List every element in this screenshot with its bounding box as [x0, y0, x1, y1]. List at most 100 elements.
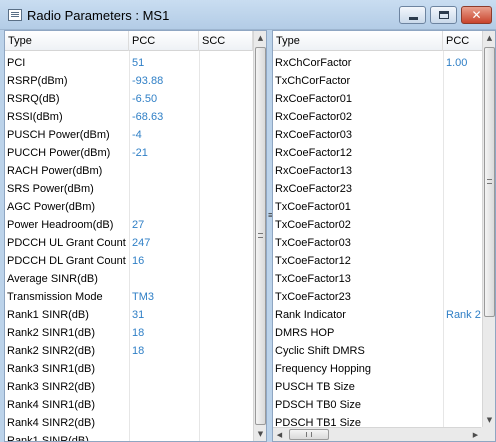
- table-row[interactable]: Rank4 SINR1(dB): [5, 396, 266, 414]
- table-row[interactable]: Average SINR(dB): [5, 270, 266, 288]
- left-parameters-panel: Type PCC SCC PCI 51 RSRP(dBm) -93.88 RSRQ(dB…: [4, 30, 267, 442]
- cell-pcc: Rank 2: [446, 309, 481, 321]
- minimize-button[interactable]: [399, 6, 426, 24]
- table-row[interactable]: PUCCH Power(dBm) -21: [5, 144, 266, 162]
- scroll-up-icon[interactable]: ▲: [483, 31, 495, 45]
- cell-scc: [202, 144, 252, 162]
- cell-pcc: [446, 324, 482, 342]
- scroll-thumb[interactable]: [255, 47, 266, 425]
- cell-scc: [202, 126, 252, 144]
- table-row[interactable]: Rank1 SINR(dB) 31: [5, 306, 266, 324]
- cell-scc: [202, 288, 252, 306]
- cell-pcc: 16: [132, 255, 145, 267]
- scroll-left-icon[interactable]: ◀: [273, 428, 286, 441]
- table-row[interactable]: TxCoeFactor13: [273, 270, 495, 288]
- table-row[interactable]: RxChCorFactor 1.00: [273, 54, 495, 72]
- cell-scc: [202, 252, 252, 270]
- right-vertical-scrollbar[interactable]: ▲ ▼: [482, 31, 495, 427]
- table-row[interactable]: Rank Indicator Rank 2: [273, 306, 495, 324]
- table-row[interactable]: TxCoeFactor01: [273, 198, 495, 216]
- table-row[interactable]: TxCoeFactor23: [273, 288, 495, 306]
- minimize-icon: [409, 17, 418, 20]
- cell-pcc: -21: [132, 147, 148, 159]
- column-header-type[interactable]: Type: [5, 31, 129, 51]
- table-row[interactable]: PCI 51: [5, 54, 266, 72]
- cell-pcc: [446, 108, 482, 126]
- cell-type: Cyclic Shift DMRS: [275, 345, 365, 357]
- table-row[interactable]: AGC Power(dBm): [5, 198, 266, 216]
- table-row[interactable]: Power Headroom(dB) 27: [5, 216, 266, 234]
- table-row[interactable]: PDSCH TB0 Size: [273, 396, 495, 414]
- cell-pcc: -93.88: [132, 75, 164, 87]
- scroll-up-icon[interactable]: ▲: [254, 31, 266, 45]
- table-row[interactable]: RxCoeFactor01: [273, 90, 495, 108]
- cell-scc: [202, 396, 252, 414]
- table-row[interactable]: Rank2 SINR2(dB) 18: [5, 342, 266, 360]
- column-header-pcc[interactable]: PCC: [443, 31, 483, 51]
- scroll-down-icon[interactable]: ▼: [483, 413, 495, 427]
- cell-type: Rank2 SINR1(dB): [7, 327, 96, 339]
- cell-pcc: [132, 414, 198, 432]
- left-vertical-scrollbar[interactable]: ▲ ▼: [253, 31, 266, 441]
- table-row[interactable]: Rank1 SINR(dB): [5, 432, 266, 441]
- scroll-down-icon[interactable]: ▼: [254, 427, 266, 441]
- cell-pcc: -68.63: [132, 111, 164, 123]
- table-row[interactable]: RxCoeFactor03: [273, 126, 495, 144]
- table-row[interactable]: TxChCorFactor: [273, 72, 495, 90]
- table-row[interactable]: RxCoeFactor23: [273, 180, 495, 198]
- cell-type: Rank1 SINR(dB): [7, 309, 89, 321]
- cell-scc: [202, 342, 252, 360]
- cell-type: AGC Power(dBm): [7, 201, 96, 213]
- right-table-body: RxChCorFactor 1.00 TxChCorFactor RxCoeFacto…: [273, 54, 495, 432]
- cell-pcc: [446, 216, 482, 234]
- window-title: Radio Parameters : MS1: [27, 8, 170, 23]
- table-row[interactable]: TxCoeFactor03: [273, 234, 495, 252]
- close-button[interactable]: ✕: [461, 6, 492, 24]
- table-row[interactable]: Rank2 SINR1(dB) 18: [5, 324, 266, 342]
- table-row[interactable]: RxCoeFactor13: [273, 162, 495, 180]
- table-row[interactable]: RxCoeFactor02: [273, 108, 495, 126]
- cell-pcc: [446, 162, 482, 180]
- table-row[interactable]: Transmission Mode TM3: [5, 288, 266, 306]
- column-header-scc[interactable]: SCC: [199, 31, 253, 51]
- scroll-thumb[interactable]: [289, 429, 329, 440]
- table-row[interactable]: Rank4 SINR2(dB): [5, 414, 266, 432]
- table-row[interactable]: RSRQ(dB) -6.50: [5, 90, 266, 108]
- table-row[interactable]: PDCCH DL Grant Count 16: [5, 252, 266, 270]
- cell-type: PDCCH UL Grant Count: [7, 237, 126, 249]
- table-row[interactable]: Cyclic Shift DMRS: [273, 342, 495, 360]
- cell-pcc: -4: [132, 129, 142, 141]
- title-bar[interactable]: Radio Parameters : MS1 ✕: [0, 0, 496, 30]
- cell-type: TxCoeFactor13: [275, 273, 351, 285]
- table-row[interactable]: RSRP(dBm) -93.88: [5, 72, 266, 90]
- table-row[interactable]: TxCoeFactor12: [273, 252, 495, 270]
- window-icon: [8, 9, 22, 21]
- table-row[interactable]: SRS Power(dBm): [5, 180, 266, 198]
- cell-scc: [202, 180, 252, 198]
- cell-pcc: [446, 360, 482, 378]
- table-row[interactable]: Rank3 SINR2(dB): [5, 378, 266, 396]
- table-row[interactable]: TxCoeFactor02: [273, 216, 495, 234]
- right-horizontal-scrollbar[interactable]: ◀ ▶: [273, 427, 482, 441]
- table-row[interactable]: PDCCH UL Grant Count 247: [5, 234, 266, 252]
- table-row[interactable]: Frequency Hopping: [273, 360, 495, 378]
- table-row[interactable]: Rank3 SINR1(dB): [5, 360, 266, 378]
- scroll-thumb[interactable]: [484, 47, 495, 317]
- cell-type: TxCoeFactor23: [275, 291, 351, 303]
- cell-scc: [202, 234, 252, 252]
- table-row[interactable]: PUSCH TB Size: [273, 378, 495, 396]
- maximize-button[interactable]: [430, 6, 457, 24]
- cell-type: RxCoeFactor23: [275, 183, 353, 195]
- cell-type: Frequency Hopping: [275, 363, 372, 375]
- cell-pcc: [446, 180, 482, 198]
- cell-type: RxCoeFactor12: [275, 147, 353, 159]
- cell-scc: [202, 90, 252, 108]
- table-row[interactable]: RACH Power(dBm): [5, 162, 266, 180]
- column-header-type[interactable]: Type: [273, 31, 443, 51]
- table-row[interactable]: RxCoeFactor12: [273, 144, 495, 162]
- table-row[interactable]: PUSCH Power(dBm) -4: [5, 126, 266, 144]
- column-header-pcc[interactable]: PCC: [129, 31, 199, 51]
- table-row[interactable]: DMRS HOP: [273, 324, 495, 342]
- cell-type: SRS Power(dBm): [7, 183, 94, 195]
- table-row[interactable]: RSSI(dBm) -68.63: [5, 108, 266, 126]
